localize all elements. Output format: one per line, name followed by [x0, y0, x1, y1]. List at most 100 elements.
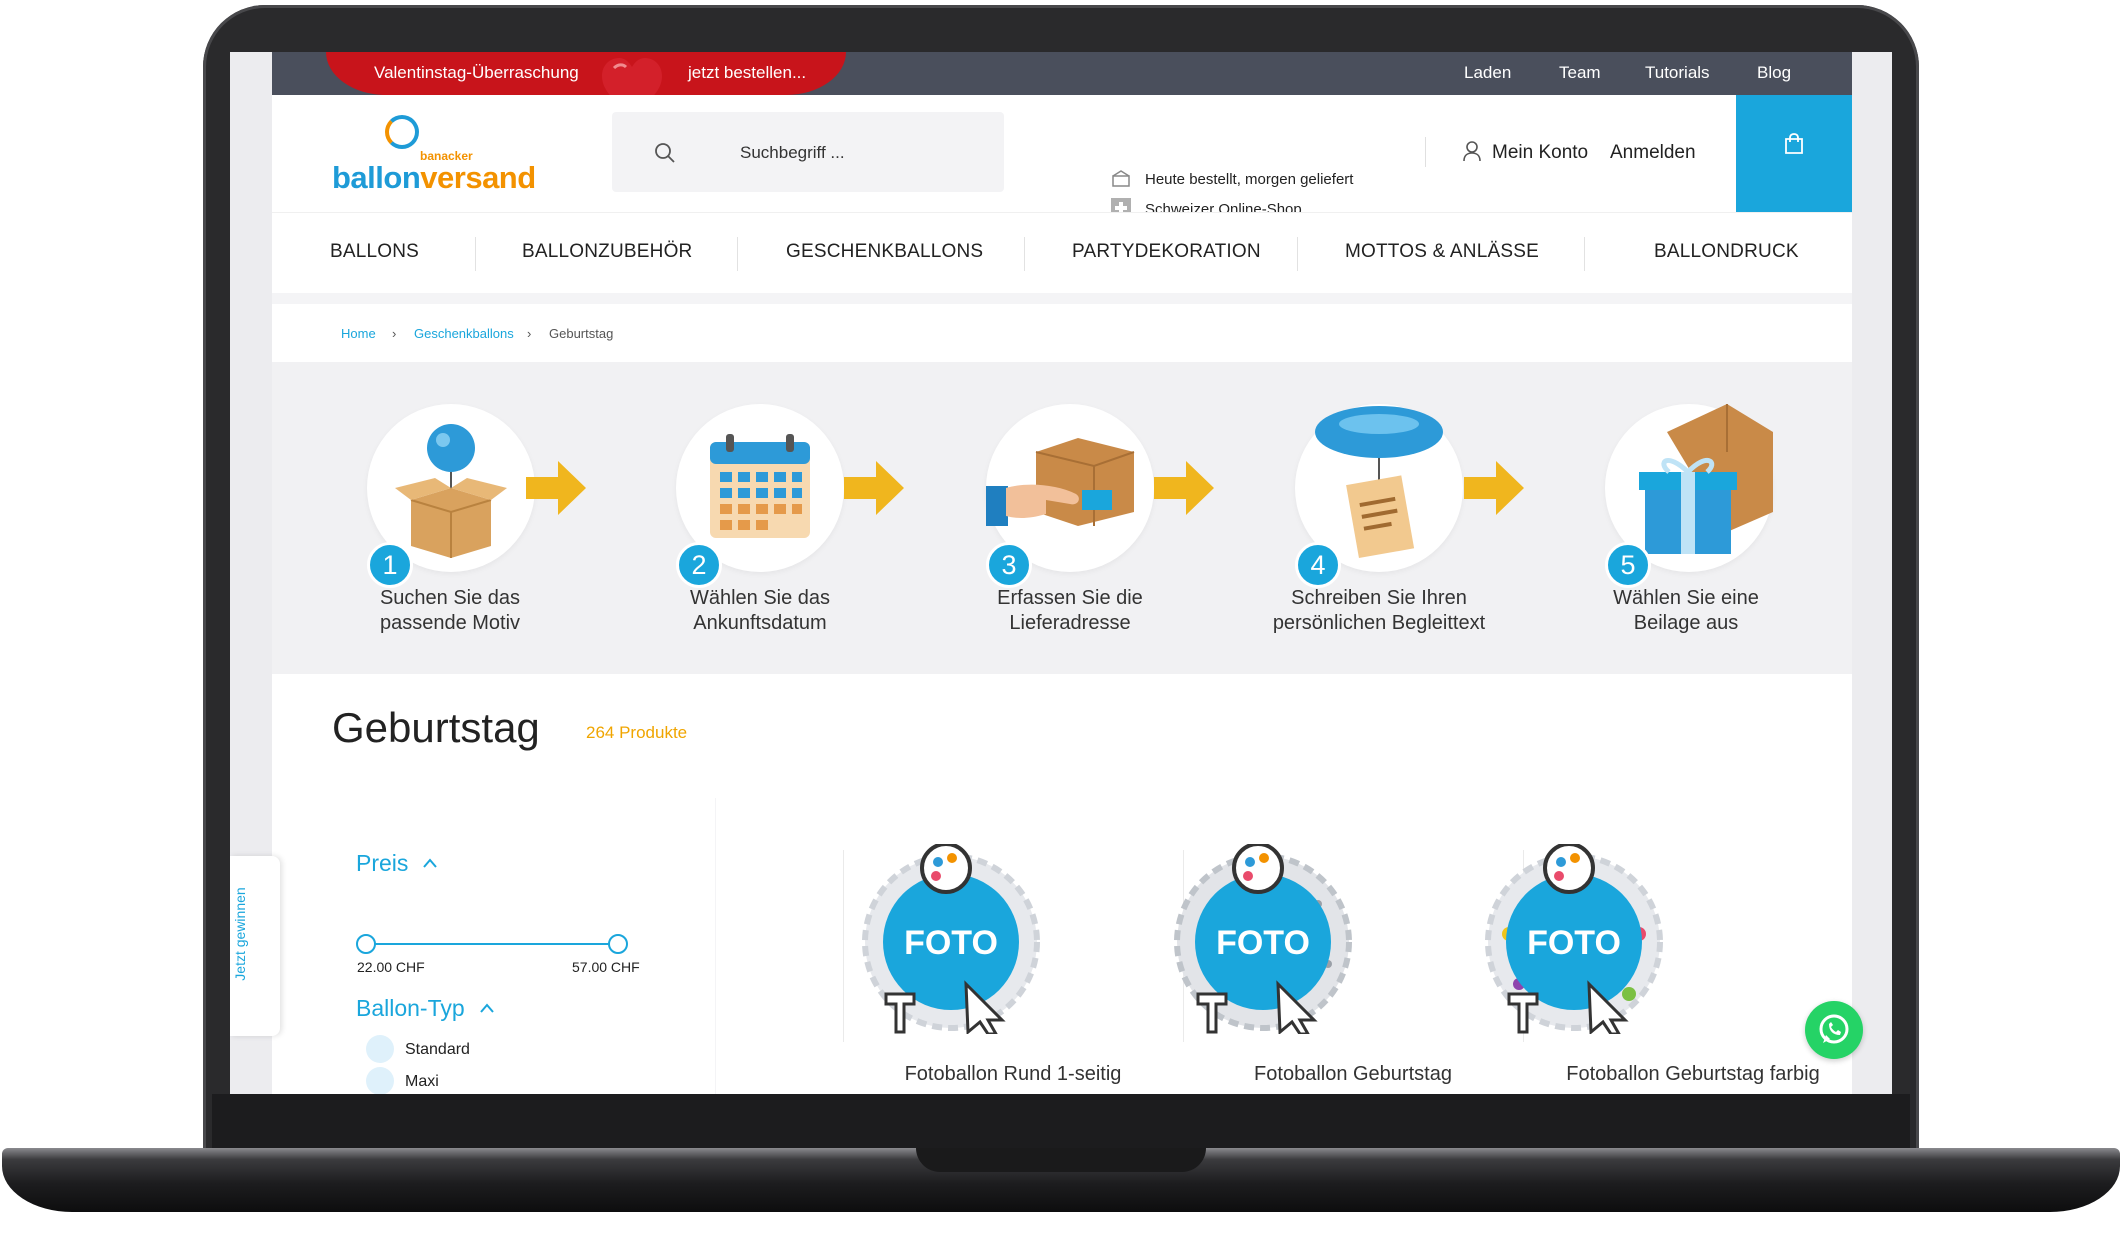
- breadcrumb: Home › Geschenkballons › Geburtstag: [272, 304, 1852, 362]
- laptop-notch: [916, 1148, 1206, 1172]
- step-1-line2: passende Motiv: [379, 612, 521, 634]
- step-1-number: 1: [367, 542, 413, 588]
- product-1-image[interactable]: FOTO: [856, 844, 1046, 1034]
- checkbox-maxi[interactable]: [366, 1067, 394, 1094]
- product-1-badge: FOTO: [904, 924, 998, 962]
- arrow-right-icon: [1464, 461, 1524, 515]
- filter-price-heading[interactable]: Preis: [356, 850, 408, 877]
- step-4-line2: persönlichen Begleittext: [1272, 612, 1486, 634]
- topnav-team[interactable]: Team: [1559, 63, 1601, 83]
- checkbox-standard[interactable]: [366, 1035, 394, 1063]
- top-bar: Valentinstag-Überraschung jetzt bestelle…: [272, 52, 1852, 95]
- step-3-line1: Erfassen Sie die: [997, 587, 1143, 609]
- chevron-up-icon[interactable]: [422, 857, 438, 869]
- box-balloon-icon: [395, 424, 507, 558]
- login-link[interactable]: Anmelden: [1610, 142, 1696, 164]
- product-3-badge: FOTO: [1527, 924, 1621, 962]
- header-divider: [1425, 137, 1426, 167]
- option-standard-label[interactable]: Standard: [405, 1041, 470, 1059]
- nav-mottos[interactable]: MOTTOS & ANLÄSSE: [1345, 241, 1539, 263]
- usp-delivery: Heute bestellt, morgen geliefert: [1145, 171, 1354, 188]
- product-3-name[interactable]: Fotoballon Geburtstag farbig: [1523, 1063, 1863, 1086]
- nav-ballondruck[interactable]: BALLONDRUCK: [1654, 241, 1799, 263]
- nav-separator: [737, 237, 738, 271]
- product-1-name[interactable]: Fotoballon Rund 1-seitig: [843, 1063, 1183, 1086]
- price-slider-min-handle[interactable]: [356, 934, 376, 954]
- chevron-right-icon: ›: [527, 326, 532, 341]
- website: Valentinstag-Überraschung jetzt bestelle…: [272, 52, 1852, 1094]
- arrow-right-icon: [526, 461, 586, 515]
- step-3-text: Erfassen Sie die Lieferadresse: [955, 586, 1185, 636]
- logo[interactable]: ballonversand: [332, 160, 536, 196]
- topnav-blog[interactable]: Blog: [1757, 63, 1791, 83]
- step-5-text: Wählen Sie eine Beilage aus: [1571, 586, 1801, 636]
- nav-ballons[interactable]: BALLONS: [330, 241, 419, 263]
- nav-ballonzubehoer[interactable]: BALLONZUBEHÖR: [522, 241, 692, 263]
- search-input[interactable]: [738, 138, 982, 168]
- user-icon[interactable]: [1462, 140, 1482, 162]
- parcel-hand-icon: [986, 438, 1135, 526]
- step-4-number: 4: [1295, 542, 1341, 588]
- nav-separator: [1584, 237, 1585, 271]
- nav-separator: [475, 237, 476, 271]
- price-min-label: 22.00 CHF: [357, 959, 425, 975]
- step-1-line1: Suchen Sie das: [379, 587, 521, 609]
- calendar-icon: [710, 434, 810, 538]
- gift-box-icon: [1639, 404, 1773, 554]
- step-5-number: 5: [1605, 542, 1651, 588]
- chevron-right-icon: ›: [392, 326, 397, 341]
- price-max-label: 57.00 CHF: [572, 959, 640, 975]
- chevron-up-icon[interactable]: [479, 1002, 495, 1014]
- option-maxi-label[interactable]: Maxi: [405, 1073, 439, 1091]
- step-1-text: Suchen Sie das passende Motiv: [335, 586, 565, 636]
- step-3-number: 3: [986, 542, 1032, 588]
- step-5-line1: Wählen Sie eine: [1613, 587, 1759, 609]
- step-5-line2: Beilage aus: [1633, 612, 1739, 634]
- product-3-image[interactable]: FOTO: [1479, 844, 1669, 1034]
- card-separator: [843, 850, 844, 1042]
- step-4-line1: Schreiben Sie Ihren: [1291, 587, 1467, 609]
- step-2-line1: Wählen Sie das: [689, 587, 831, 609]
- delivery-box-icon: [1112, 170, 1130, 187]
- main-nav: BALLONS BALLONZUBEHÖR GESCHENKBALLONS PA…: [272, 212, 1852, 293]
- topnav-laden[interactable]: Laden: [1464, 63, 1511, 83]
- topnav-tutorials[interactable]: Tutorials: [1645, 63, 1710, 83]
- search-box[interactable]: [612, 112, 1004, 192]
- nav-separator: [1297, 237, 1298, 271]
- page-title: Geburtstag: [332, 704, 540, 751]
- filter-panel: [272, 798, 715, 1094]
- promo-banner[interactable]: Valentinstag-Überraschung jetzt bestelle…: [326, 52, 846, 95]
- whatsapp-button[interactable]: [1805, 1001, 1863, 1059]
- step-2-number: 2: [676, 542, 722, 588]
- laptop-chin: [212, 1094, 1910, 1148]
- filter-type-heading[interactable]: Ballon-Typ: [356, 995, 465, 1022]
- step-3-line2: Lieferadresse: [1009, 612, 1131, 634]
- arrow-right-icon: [1154, 461, 1214, 515]
- step-4-text: Schreiben Sie Ihren persönlichen Begleitt…: [1229, 586, 1529, 636]
- arrow-right-icon: [844, 461, 904, 515]
- logo-part-a: ballon: [332, 160, 421, 195]
- step-2-text: Wählen Sie das Ankunftsdatum: [645, 586, 875, 636]
- balloon-note-icon: [1315, 406, 1443, 559]
- promo-cta[interactable]: jetzt bestellen...: [688, 63, 806, 83]
- search-icon[interactable]: [654, 142, 676, 164]
- shopping-bag-icon: [1785, 133, 1803, 154]
- screen: Valentinstag-Überraschung jetzt bestelle…: [230, 52, 1892, 1094]
- product-2-name[interactable]: Fotoballon Geburtstag: [1183, 1063, 1523, 1086]
- price-slider-track[interactable]: [367, 943, 623, 945]
- my-account-link[interactable]: Mein Konto: [1492, 142, 1588, 164]
- win-side-tab-label[interactable]: Jetzt gewinnen: [232, 874, 248, 994]
- promo-text[interactable]: Valentinstag-Überraschung: [374, 63, 579, 83]
- nav-geschenkballons[interactable]: GESCHENKBALLONS: [786, 241, 983, 263]
- cart-button[interactable]: [1736, 95, 1852, 212]
- breadcrumb-current: Geburtstag: [549, 326, 614, 341]
- breadcrumb-category[interactable]: Geschenkballons: [414, 326, 514, 341]
- price-slider-max-handle[interactable]: [608, 934, 628, 954]
- breadcrumb-home[interactable]: Home: [341, 326, 376, 341]
- product-2-image[interactable]: FOTO: [1168, 844, 1358, 1034]
- logo-part-b: versand: [420, 160, 536, 195]
- nav-partydekoration[interactable]: PARTYDEKORATION: [1072, 241, 1261, 263]
- whatsapp-icon: [1819, 1014, 1849, 1044]
- nav-separator: [1024, 237, 1025, 271]
- win-side-tab[interactable]: Jetzt gewinnen: [230, 856, 280, 1036]
